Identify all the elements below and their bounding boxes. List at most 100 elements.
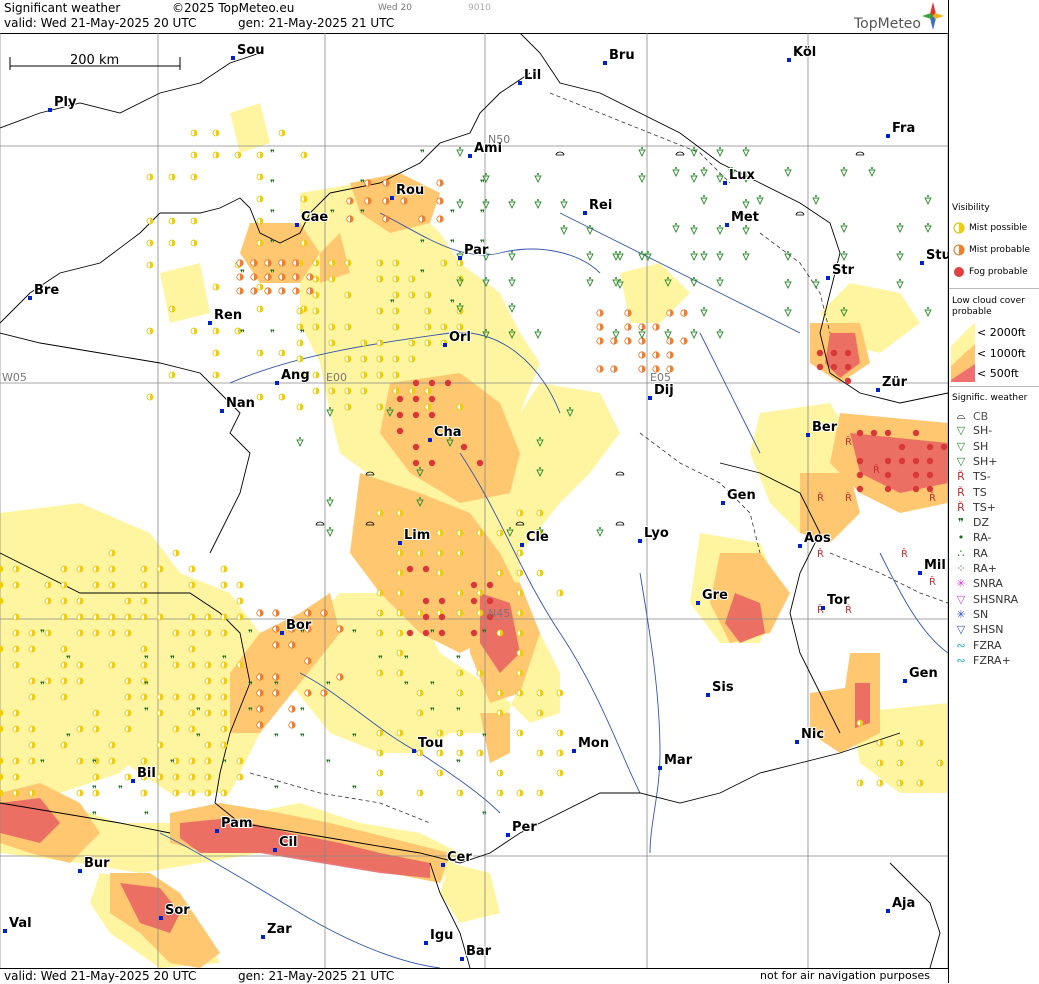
city-fra[interactable]: Fra xyxy=(886,120,916,138)
city-par[interactable]: Par xyxy=(458,242,490,260)
svg-text:Par: Par xyxy=(464,243,489,258)
city-mon[interactable]: Mon xyxy=(572,735,610,753)
svg-text:Gen: Gen xyxy=(727,488,756,503)
svg-text:❞: ❞ xyxy=(196,707,201,717)
svg-text:❞: ❞ xyxy=(66,655,71,665)
legend-item-sn: ✳ SN xyxy=(953,608,988,621)
tab-day[interactable]: Wed 20 xyxy=(378,3,412,13)
city-mil[interactable]: Mil xyxy=(918,557,947,575)
svg-text:❞: ❞ xyxy=(456,655,461,665)
rain-heavy-icon: ⁘ xyxy=(956,562,966,575)
svg-text:❞: ❞ xyxy=(66,733,71,743)
svg-text:Mar: Mar xyxy=(664,753,693,768)
svg-text:Bil: Bil xyxy=(137,766,156,781)
city-lil[interactable]: Lil xyxy=(518,67,542,85)
city-stu[interactable]: Stu xyxy=(920,247,948,265)
freezing-rain-icon: ∾ xyxy=(956,638,966,652)
tab-code[interactable]: 9010 xyxy=(468,3,491,13)
city-per[interactable]: Per xyxy=(506,819,538,837)
city-gen[interactable]: Gen xyxy=(903,665,939,683)
svg-text:❞: ❞ xyxy=(270,209,275,219)
city-ang[interactable]: Ang xyxy=(275,367,311,385)
city-tor[interactable]: Tor xyxy=(821,592,851,610)
svg-text:❞: ❞ xyxy=(480,209,485,219)
city-lyo[interactable]: Lyo xyxy=(638,525,670,543)
svg-text:❞: ❞ xyxy=(270,269,275,279)
svg-text:❞: ❞ xyxy=(352,629,357,639)
svg-text:❞: ❞ xyxy=(144,655,149,665)
city-pam[interactable]: Pam xyxy=(215,815,254,833)
svg-text:Lux: Lux xyxy=(729,168,756,183)
legend-item-cb: ⌓ CB xyxy=(953,409,989,423)
grid-label-n50: N50 xyxy=(488,133,510,146)
svg-text:❞: ❞ xyxy=(482,629,487,639)
fog-probable-icon xyxy=(954,267,964,277)
shower-heavy-icon: ▽ xyxy=(956,454,966,468)
svg-text:Ang: Ang xyxy=(281,368,310,383)
city-val[interactable]: Val xyxy=(3,915,33,933)
svg-text:❞: ❞ xyxy=(144,681,149,691)
shower-light-icon: ▽ xyxy=(956,424,966,438)
svg-text:❞: ❞ xyxy=(274,785,279,795)
city-gen[interactable]: Gen xyxy=(721,487,757,505)
city-ren[interactable]: Ren xyxy=(208,307,243,325)
svg-text:Pam: Pam xyxy=(221,816,253,831)
svg-text:Ber: Ber xyxy=(812,420,838,435)
weather-map[interactable]: Ř Ř Ř Ř Ř Ř Ř Ř Ř Ř ❞ ❞ ❞ ❞ ❞ ❞ ❞ ❞ ❞ ❞ ❞ ❞ ❞ ❞ ❞ ❞ ❞ ❞ ❞ ❞ ❞ ❞ ❞ ❞ ❞ ❞ ❞ ❞ ❞ ❞… xyxy=(0,33,948,968)
svg-text:Tor: Tor xyxy=(827,593,850,608)
city-bar[interactable]: Bar xyxy=(460,943,493,961)
svg-text:Str: Str xyxy=(832,263,855,278)
city-str[interactable]: Str xyxy=(826,262,856,280)
svg-text:Ř: Ř xyxy=(901,547,908,560)
svg-text:Mon: Mon xyxy=(578,736,609,751)
svg-text:Ř: Ř xyxy=(817,547,824,560)
low-cloud-title-2: probable xyxy=(952,307,992,317)
city-rei[interactable]: Rei xyxy=(583,197,613,215)
city-sis[interactable]: Sis xyxy=(706,679,735,697)
city-nic[interactable]: Nic xyxy=(795,726,825,744)
city-zar[interactable]: Zar xyxy=(261,921,293,939)
svg-text:Cha: Cha xyxy=(434,425,462,440)
brand-logo-text: TopMeteo xyxy=(854,16,921,32)
svg-text:Igu: Igu xyxy=(430,928,453,943)
svg-text:Lil: Lil xyxy=(524,68,541,83)
svg-text:❞: ❞ xyxy=(270,329,275,339)
svg-text:❞: ❞ xyxy=(40,681,45,691)
svg-text:Ajа: Ajа xyxy=(892,896,915,911)
svg-text:❞: ❞ xyxy=(482,811,487,821)
city-sou[interactable]: Sou xyxy=(231,42,266,60)
city-dij[interactable]: Dij xyxy=(648,382,675,400)
rain-icon: ∴ xyxy=(957,546,965,560)
footer-generated-time: gen: 21-May-2025 21 UTC xyxy=(238,969,395,983)
city-zür[interactable]: Zür xyxy=(876,374,909,392)
legend-item-ra: ∴ RA xyxy=(953,547,988,560)
footer-bar: valid: Wed 21-May-2025 20 UTC gen: 21-Ma… xyxy=(0,968,948,984)
city-rou[interactable]: Rou xyxy=(390,182,425,200)
city-nan[interactable]: Nan xyxy=(220,395,256,413)
svg-text:Cae: Cae xyxy=(301,210,328,225)
city-mar[interactable]: Mar xyxy=(658,752,694,770)
mist-probable-icon xyxy=(953,244,965,256)
svg-text:Lim: Lim xyxy=(404,528,430,543)
city-igu[interactable]: Igu xyxy=(424,927,454,945)
grid-label-n45: N45 xyxy=(488,607,510,620)
low-cloud-title: Low cloud cover xyxy=(952,296,1025,306)
svg-text:❞: ❞ xyxy=(40,629,45,639)
thunder-light-icon: Ř xyxy=(957,470,965,484)
svg-text:Ř: Ř xyxy=(845,491,852,504)
city-ajа[interactable]: Ajа xyxy=(886,895,916,913)
city-met[interactable]: Met xyxy=(725,209,760,227)
legend-item-sh: ▽ SH xyxy=(953,440,989,453)
city-bru[interactable]: Bru xyxy=(603,47,636,65)
svg-text:Lyo: Lyo xyxy=(644,526,669,541)
svg-text:Mil: Mil xyxy=(924,558,946,573)
city-cha[interactable]: Cha xyxy=(428,424,463,442)
svg-text:❞: ❞ xyxy=(450,239,455,249)
city-lux[interactable]: Lux xyxy=(723,167,757,185)
svg-text:❞: ❞ xyxy=(430,629,435,639)
svg-text:❞: ❞ xyxy=(240,329,245,339)
city-köl[interactable]: Köl xyxy=(787,44,817,62)
svg-text:Dij: Dij xyxy=(654,383,674,398)
svg-text:Fra: Fra xyxy=(892,121,915,136)
svg-text:❞: ❞ xyxy=(274,733,279,743)
